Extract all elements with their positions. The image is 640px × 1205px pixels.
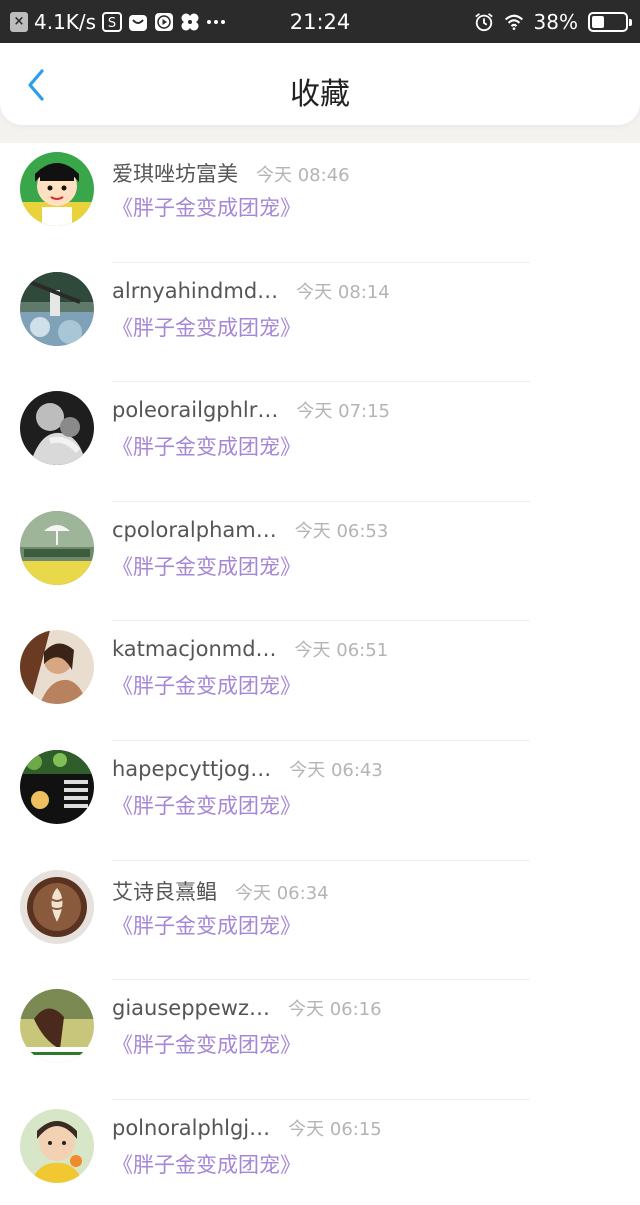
user-name: katmacjonmd… <box>112 637 277 662</box>
avatar[interactable] <box>20 152 94 226</box>
avatar[interactable] <box>20 749 94 824</box>
book-title[interactable]: 《胖子金变成团宠》 <box>112 312 301 342</box>
back-button[interactable] <box>18 65 54 105</box>
timestamp: 今天 08:14 <box>296 281 390 303</box>
user-name: giauseppewz… <box>112 996 270 1021</box>
item-header: poleorailgphlr… 今天 07:15 <box>112 397 620 429</box>
item-header: 爱琪唑坊富美 今天 08:46 <box>112 158 620 190</box>
user-name: poleorailgphlr… <box>112 398 279 423</box>
avatar[interactable] <box>20 630 94 705</box>
timestamp: 今天 07:15 <box>296 401 390 423</box>
more-dots-icon <box>206 12 226 32</box>
user-name: 爱琪唑坊富美 <box>112 162 238 186</box>
timestamp: 今天 06:15 <box>288 1118 382 1140</box>
bag-icon <box>128 12 148 32</box>
avatar[interactable] <box>20 271 94 346</box>
timestamp: 今天 06:53 <box>294 520 389 542</box>
svg-text:S: S <box>108 16 116 31</box>
book-title[interactable]: 《胖子金变成团宠》 <box>112 1029 301 1059</box>
item-header: giauseppewz… 今天 06:16 <box>112 995 620 1027</box>
header-area: 收藏 <box>0 43 640 143</box>
list-item[interactable]: cpoloralpham… 今天 06:53 《胖子金变成团宠》 <box>0 502 640 622</box>
favorites-list: 爱琪唑坊富美 今天 08:46 《胖子金变成团宠》 alrnyahindmd… … <box>0 143 640 1205</box>
page-title: 收藏 <box>290 76 350 112</box>
avatar[interactable] <box>20 1108 94 1183</box>
user-name: alrnyahindmd… <box>112 278 279 303</box>
play-icon <box>154 12 174 32</box>
book-title[interactable]: 《胖子金变成团宠》 <box>112 670 301 700</box>
avatar[interactable] <box>20 869 94 944</box>
list-item[interactable]: alrnyahindmd… 今天 08:14 《胖子金变成团宠》 <box>0 263 640 383</box>
x-box-icon: × <box>10 11 28 32</box>
fan-icon <box>180 12 200 32</box>
status-left: × 4.1K/s S <box>10 0 226 43</box>
status-right: 38% <box>474 0 632 43</box>
book-title[interactable]: 《胖子金变成团宠》 <box>112 910 301 940</box>
status-bar: × 4.1K/s S 21:24 38% <box>0 0 640 43</box>
avatar[interactable] <box>20 989 94 1064</box>
item-header: alrnyahindmd… 今天 08:14 <box>112 278 620 310</box>
list-item[interactable]: polnoralphlgj… 今天 06:15 《胖子金变成团宠》 <box>0 1100 640 1205</box>
item-header: hapepcyttjog… 今天 06:43 <box>112 756 620 788</box>
item-header: 艾诗良熹鲳 今天 06:34 <box>112 876 620 908</box>
list-item[interactable]: 爱琪唑坊富美 今天 08:46 《胖子金变成团宠》 <box>0 143 640 263</box>
s-app-icon: S <box>102 11 123 32</box>
timestamp: 今天 06:51 <box>294 640 389 662</box>
timestamp: 今天 08:46 <box>256 165 350 186</box>
timestamp: 今天 06:16 <box>287 999 382 1021</box>
item-header: katmacjonmd… 今天 06:51 <box>112 636 620 668</box>
avatar[interactable] <box>20 510 94 585</box>
wifi-icon <box>504 12 524 32</box>
list-item[interactable]: poleorailgphlr… 今天 07:15 《胖子金变成团宠》 <box>0 382 640 502</box>
list-item[interactable]: katmacjonmd… 今天 06:51 《胖子金变成团宠》 <box>0 621 640 741</box>
book-title[interactable]: 《胖子金变成团宠》 <box>112 551 301 581</box>
book-title[interactable]: 《胖子金变成团宠》 <box>112 790 301 820</box>
list-item[interactable]: giauseppewz… 今天 06:16 《胖子金变成团宠》 <box>0 980 640 1100</box>
book-title[interactable]: 《胖子金变成团宠》 <box>112 192 301 222</box>
list-item[interactable]: hapepcyttjog… 今天 06:43 《胖子金变成团宠》 <box>0 741 640 861</box>
list-item[interactable]: 艾诗良熹鲳 今天 06:34 《胖子金变成团宠》 <box>0 861 640 981</box>
user-name: hapepcyttjog… <box>112 756 272 781</box>
battery-icon <box>588 11 632 32</box>
avatar[interactable] <box>20 391 94 466</box>
net-speed: 4.1K/s <box>34 9 97 34</box>
battery-level <box>592 15 605 28</box>
chevron-left-icon <box>28 69 44 101</box>
header: 收藏 <box>0 43 640 125</box>
user-name: 艾诗良熹鲳 <box>112 879 217 904</box>
book-title[interactable]: 《胖子金变成团宠》 <box>112 431 301 461</box>
item-header: polnoralphlgj… 今天 06:15 <box>112 1115 620 1147</box>
user-name: polnoralphlgj… <box>112 1115 271 1140</box>
timestamp: 今天 06:43 <box>289 759 383 781</box>
book-title[interactable]: 《胖子金变成团宠》 <box>112 1149 301 1179</box>
item-header: cpoloralpham… 今天 06:53 <box>112 517 620 549</box>
user-name: cpoloralpham… <box>112 517 277 542</box>
timestamp: 今天 06:34 <box>235 882 329 904</box>
battery-percent: 38% <box>533 9 578 34</box>
alarm-icon <box>474 12 494 32</box>
